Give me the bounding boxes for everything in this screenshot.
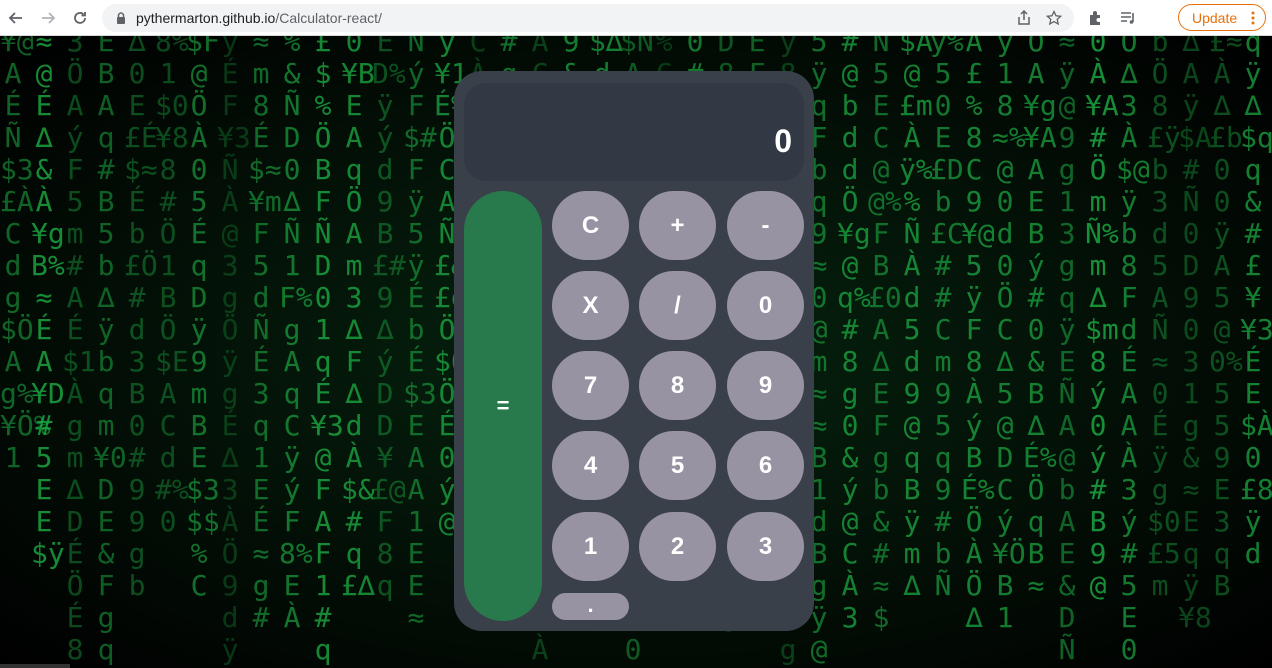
lock-icon[interactable] bbox=[114, 11, 128, 25]
url-path: /Calculator-react/ bbox=[275, 10, 382, 26]
update-button[interactable]: Update bbox=[1178, 4, 1266, 31]
matrix-glyph-column: 3ÖAýF5m#AÉ$1Àgm∆DÉÖÉ8 bbox=[62, 36, 96, 666]
display-value: 0 bbox=[774, 123, 792, 159]
matrix-glyph-column: ÉBAq#B5b∆ÿbqm¥0DE&Fgq bbox=[93, 36, 127, 666]
plus-button[interactable]: + bbox=[639, 191, 716, 260]
equals-button[interactable]: = bbox=[464, 191, 542, 621]
matrix-glyph-column: #@bddÖ¥g@q%#8g0&ý@CÀ3 bbox=[837, 36, 871, 634]
matrix-glyph-column: ≈m8É$≈¥mF5dÑÉ3q1EÉ≈g# bbox=[248, 36, 282, 634]
back-icon[interactable] bbox=[4, 6, 28, 30]
clear-button[interactable]: C bbox=[552, 191, 629, 260]
digit-9-button[interactable]: 9 bbox=[727, 351, 804, 420]
digit-6-button[interactable]: 6 bbox=[727, 431, 804, 500]
matrix-glyph-column: 8%1$0¥88#Ö1BÖ$EACd#%0 bbox=[155, 36, 189, 538]
divide-button[interactable]: / bbox=[639, 271, 716, 340]
reload-icon[interactable] bbox=[68, 6, 92, 30]
calculator-display: 0 bbox=[464, 83, 804, 181]
digit-7-button[interactable]: 7 bbox=[552, 351, 629, 420]
matrix-glyph-column: %&ÑD0∆Ñ1F%gAqCÿýF8%EÀ bbox=[279, 36, 313, 634]
matrix-glyph-column: £≈À∆£b00ÿA5@0%559E3qB bbox=[1209, 36, 1243, 602]
matrix-glyph-column: ÑýF$#Fÿ5ÿÉbÉ$3EAA1EE≈ bbox=[403, 36, 437, 634]
matrix-glyph-column: ÖA¥g¥AAEBý#0&B∆É%ÖqB≈ bbox=[1023, 36, 1057, 602]
digit-5-button[interactable]: 5 bbox=[639, 431, 716, 500]
matrix-glyph-column: 0À¥A#ÖmÑ%m∆$m8ý0ý#B9@ bbox=[1085, 36, 1119, 602]
matrix-glyph-column: À£%8C9¥@5ÿF8ÀýBÉ%ÖÀÖ∆ bbox=[961, 36, 995, 634]
matrix-glyph-column: ≈ÿ@9g13gqÿEÑA@bAE&DÑ3 bbox=[1058, 36, 1076, 668]
matrix-glyph-column: qÿ∆$qq&#£¥¥3ÉE$À0£8ÿd bbox=[1240, 36, 1272, 570]
decimal-button[interactable]: . bbox=[552, 592, 629, 620]
calculator: 0 = C + - X / 0 7 8 9 4 5 6 1 2 3 . bbox=[454, 71, 814, 631]
star-icon[interactable] bbox=[1046, 10, 1062, 26]
browser-toolbar: pythermarton.github.io/Calculator-react/… bbox=[0, 0, 1272, 36]
matrix-glyph-column: ED%ÿýd9B£#9∆ýDD¥£@F8q bbox=[372, 36, 406, 602]
url-domain: pythermarton.github.io bbox=[136, 10, 276, 26]
share-icon[interactable] bbox=[1016, 10, 1032, 26]
digit-0-button[interactable]: 0 bbox=[727, 271, 804, 340]
matrix-glyph-column: 0¥BEAqÖAm3∆F∆dÀ$&#q£∆ bbox=[341, 36, 375, 602]
minus-button[interactable]: - bbox=[727, 191, 804, 260]
reading-list-icon[interactable] bbox=[1119, 9, 1137, 27]
digit-1-button[interactable]: 1 bbox=[552, 512, 629, 581]
matrix-glyph-column: Ñ5EC@@%FB£0A∆EFgb&#≈$ bbox=[868, 36, 902, 634]
digit-4-button[interactable]: 4 bbox=[552, 431, 629, 500]
digit-3-button[interactable]: 3 bbox=[727, 512, 804, 581]
multiply-button[interactable]: X bbox=[552, 271, 629, 340]
matrix-glyph-column: ¥@AÉÑ$3£ÀCdg$ÖAg%¥Ö%1 bbox=[0, 36, 51, 474]
extensions-icon[interactable] bbox=[1087, 9, 1105, 27]
update-label: Update bbox=[1192, 9, 1238, 26]
matrix-glyph-column: $À@£mÀÿ%%ÑÀd5d9@qBÿm∆ bbox=[899, 36, 933, 602]
matrix-glyph-column: ∆Aÿ$A#Ñ0D9031g&≈Eqÿ¥8 bbox=[1178, 36, 1212, 634]
matrix-glyph-column: ÿ18≈%@0d0ÖC∆5@DCý¥ÖB1 bbox=[992, 36, 1026, 634]
status-bar bbox=[0, 664, 70, 668]
matrix-glyph-column: £$%ÖBFÑD01qÉ¥3@FAF1#q bbox=[310, 36, 344, 666]
forward-icon[interactable] bbox=[36, 6, 60, 30]
matrix-glyph-column: bÖ8£ÿb3d5AÑ≈0Éÿg$0£5m bbox=[1147, 36, 1181, 602]
matrix-glyph-column: ∆0E£É$≈Éb£Ö#d3B0#99gb bbox=[124, 36, 158, 602]
matrix-glyph-column: ≈@É∆&À¥gB%≈ÉA¥D#5EE$ÿ bbox=[31, 36, 65, 570]
more-icon[interactable] bbox=[1251, 11, 1255, 25]
matrix-glyph-column: ýÉF¥3ÑÀ@3gÖÿgÉ∆3ÀÖ9dÿ bbox=[217, 36, 251, 666]
matrix-glyph-column: ÿ%50E£Db£C##Cm95q9#bÑ bbox=[930, 36, 964, 602]
matrix-glyph-column: Ö∆3À$@ÿb8FdÉAAÀ3ý#5E0 bbox=[1116, 36, 1150, 666]
matrix-glyph-column: $F@ÖÀ05ÉqDÿ9mBE$3$$%C bbox=[186, 36, 220, 602]
digit-8-button[interactable]: 8 bbox=[639, 351, 716, 420]
address-bar[interactable]: pythermarton.github.io/Calculator-react/ bbox=[102, 4, 1074, 32]
digit-2-button[interactable]: 2 bbox=[639, 512, 716, 581]
url-text: pythermarton.github.io/Calculator-react/ bbox=[136, 10, 382, 26]
